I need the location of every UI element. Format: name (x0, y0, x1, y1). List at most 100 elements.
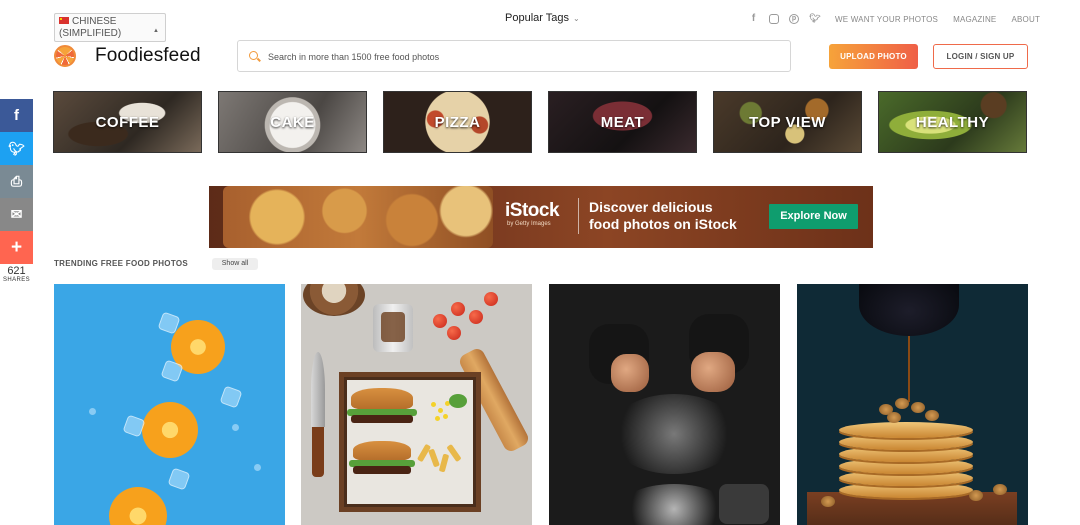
language-selector[interactable]: CHINESE (SIMPLIFIED) ▲ (54, 13, 166, 42)
photo-flour-hands[interactable] (549, 284, 780, 525)
orange-slice-image (142, 402, 198, 458)
share-facebook-button[interactable]: f (0, 99, 33, 132)
share-count-number: 621 (7, 265, 26, 277)
share-print-button[interactable]: ⎙ (0, 165, 33, 198)
walnut-image (993, 484, 1007, 495)
language-line-1: CHINESE (59, 16, 161, 28)
istock-logo: iStock (505, 200, 560, 221)
category-coffee[interactable]: COFFEE (53, 91, 202, 153)
istock-banner-ad[interactable]: iStock by Getty Images Discover deliciou… (209, 186, 873, 248)
popular-tags-dropdown[interactable]: Popular Tags ⌄ (505, 12, 580, 24)
syrup-pitcher-image (859, 284, 959, 336)
login-signup-button[interactable]: LOGIN / SIGN UP (933, 44, 1028, 69)
nav-we-want-your-photos[interactable]: WE WANT YOUR PHOTOS (835, 15, 938, 24)
search-input[interactable] (268, 47, 768, 67)
ice-cube-image (167, 467, 191, 491)
foodiesfeed-logo-icon (54, 45, 76, 67)
top-nav: WE WANT YOUR PHOTOS MAGAZINE ABOUT (835, 15, 1040, 24)
brand-name: Foodiesfeed (95, 45, 201, 66)
tomato-image (469, 310, 483, 324)
broccoli-image (449, 394, 467, 408)
category-label: MEAT (600, 113, 645, 131)
tomato-image (484, 292, 498, 306)
walnut-image (911, 402, 925, 413)
language-label: CHINESE (72, 16, 117, 27)
logo[interactable]: Foodiesfeed (54, 45, 201, 67)
walnut-image (925, 410, 939, 421)
banner-food-image (223, 186, 493, 248)
corn-image (438, 408, 443, 413)
print-icon: ⎙ (10, 173, 23, 189)
knife-image (311, 352, 325, 482)
share-count: 621 SHARES (0, 265, 33, 283)
banner-headline-line-2: food photos on iStock (589, 216, 737, 232)
ice-cube-image (219, 385, 243, 409)
category-top-view[interactable]: TOP VIEW (713, 91, 862, 153)
nav-magazine[interactable]: MAGAZINE (953, 15, 996, 24)
burger-bun-image (353, 441, 411, 461)
water-drop-image (89, 408, 96, 415)
category-label: PIZZA (434, 113, 481, 131)
twitter-icon[interactable]: 🐦︎ (809, 13, 820, 24)
banner-headline-line-1: Discover delicious (589, 199, 713, 215)
banner-divider (578, 198, 579, 234)
tomato-image (447, 326, 461, 340)
share-email-button[interactable]: ✉ (0, 198, 33, 231)
bowl-image (719, 484, 769, 524)
hand-image (691, 352, 735, 392)
jar-image (373, 304, 413, 352)
tomato-image (451, 302, 465, 316)
language-label-2: (SIMPLIFIED) (59, 28, 122, 39)
photo-pancakes[interactable] (797, 284, 1028, 525)
flour-dust-image (609, 394, 739, 474)
walnut-image (895, 398, 909, 409)
instagram-icon[interactable] (769, 13, 779, 24)
page: CHINESE (SIMPLIFIED) ▲ Foodiesfeed Popul… (0, 0, 1080, 525)
walnut-image (969, 490, 983, 501)
caret-down-icon: ▲ (153, 28, 159, 34)
water-drop-image (254, 464, 261, 471)
corn-image (435, 416, 440, 421)
email-icon: ✉ (10, 206, 23, 222)
orange-slice-image (109, 487, 167, 525)
getty-images-label: by Getty Images (507, 221, 551, 227)
top-social-links: f p 🐦︎ (748, 13, 821, 24)
trending-title: TRENDING FREE FOOD PHOTOS (54, 259, 189, 268)
category-meat[interactable]: MEAT (548, 91, 697, 153)
corn-image (431, 402, 436, 407)
water-drop-image (232, 424, 239, 431)
corn-image (443, 414, 448, 419)
facebook-icon: f (14, 107, 19, 124)
photo-burger-tray[interactable] (301, 284, 532, 525)
category-label: HEALTHY (915, 113, 990, 131)
tomato-image (433, 314, 447, 328)
share-sidebar: f 🐦︎ ⎙ ✉ + (0, 99, 33, 264)
category-pizza[interactable]: PIZZA (383, 91, 532, 153)
show-all-button[interactable]: Show all (212, 258, 258, 270)
explore-now-button[interactable]: Explore Now (769, 204, 858, 229)
hand-image (611, 354, 649, 392)
china-flag-icon (59, 17, 69, 24)
share-more-button[interactable]: + (0, 231, 33, 264)
burger-bun-image (351, 388, 413, 410)
share-count-label: SHARES (2, 277, 31, 283)
upload-photo-button[interactable]: UPLOAD PHOTO (829, 44, 918, 69)
plus-icon: + (10, 236, 23, 258)
search-icon (249, 51, 258, 60)
category-cake[interactable]: CAKE (218, 91, 367, 153)
pancake-image (839, 422, 973, 438)
flour-pile-image (619, 484, 729, 525)
category-healthy[interactable]: HEALTHY (878, 91, 1027, 153)
walnut-image (821, 496, 835, 507)
category-row: COFFEE CAKE PIZZA MEAT TOP VIEW HEALTHY (53, 91, 1027, 153)
share-twitter-button[interactable]: 🐦︎ (0, 132, 33, 165)
walnut-image (887, 412, 901, 423)
nav-about[interactable]: ABOUT (1011, 15, 1040, 24)
patty-image (351, 415, 413, 423)
bowl-image (303, 284, 365, 316)
photo-oranges[interactable] (54, 284, 285, 525)
category-label: TOP VIEW (749, 113, 826, 131)
facebook-icon[interactable]: f (748, 13, 759, 24)
pinterest-icon[interactable]: p (789, 13, 799, 24)
search-bar[interactable] (237, 40, 791, 72)
